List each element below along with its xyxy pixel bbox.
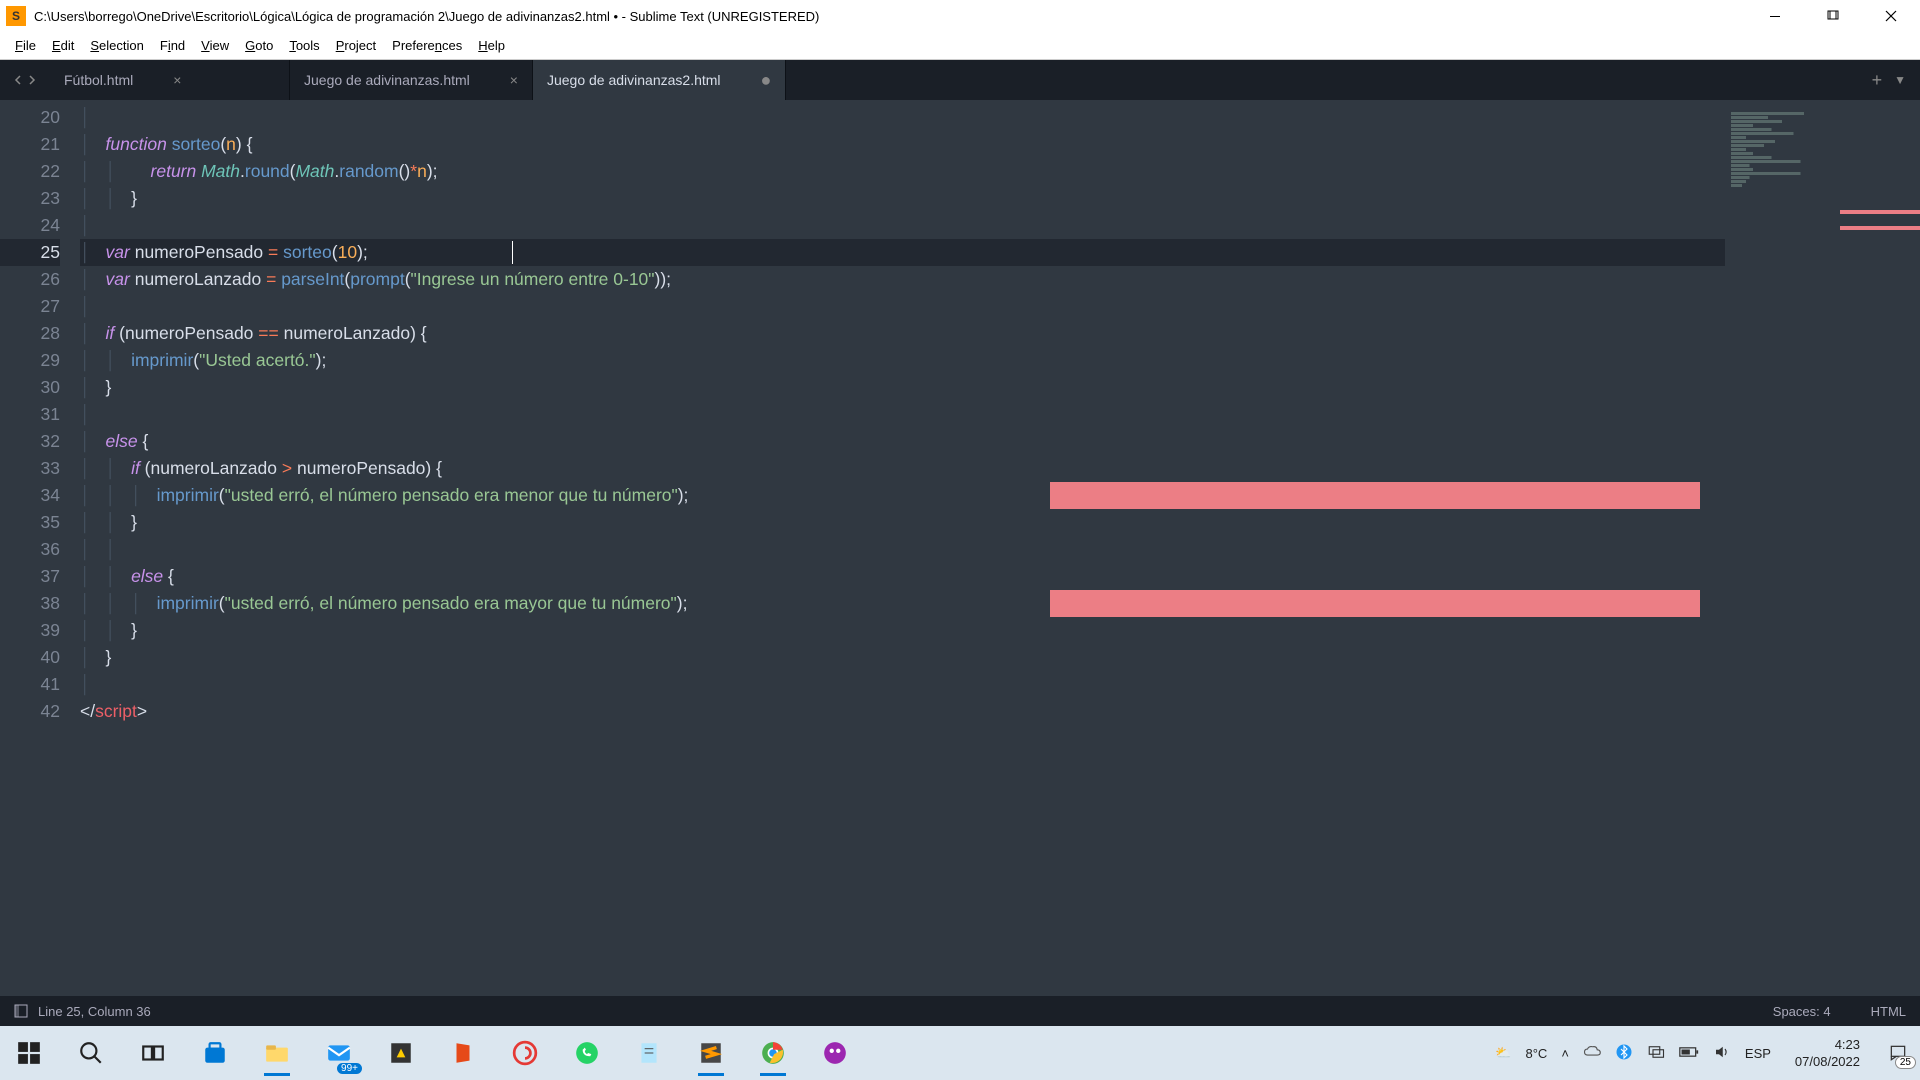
syntax-setting[interactable]: HTML <box>1871 1004 1906 1019</box>
minimap-error-marker <box>1840 210 1920 214</box>
menu-selection[interactable]: Selection <box>83 36 150 55</box>
taskbar-mail-icon[interactable]: 99+ <box>322 1036 356 1070</box>
maximize-button[interactable] <box>1804 0 1862 32</box>
battery-icon[interactable] <box>1679 1045 1699 1062</box>
minimap[interactable] <box>1725 100 1920 996</box>
status-bar: Line 25, Column 36 Spaces: 4 HTML <box>0 996 1920 1026</box>
menu-project[interactable]: Project <box>329 36 383 55</box>
time: 4:23 <box>1795 1036 1860 1053</box>
taskbar-app2-icon[interactable] <box>508 1036 542 1070</box>
code-content[interactable]: │ │ function sorteo(n) { │ │ return Math… <box>80 100 1920 996</box>
clock[interactable]: 4:23 07/08/2022 <box>1795 1036 1860 1070</box>
close-button[interactable] <box>1862 0 1920 32</box>
tab-close-icon[interactable]: × <box>173 72 181 88</box>
tab-new-icon[interactable]: + <box>1872 70 1883 91</box>
volume-icon[interactable] <box>1713 1043 1731 1064</box>
menu-goto[interactable]: Goto <box>238 36 280 55</box>
taskbar-office-icon[interactable] <box>446 1036 480 1070</box>
cursor-position[interactable]: Line 25, Column 36 <box>38 1004 151 1019</box>
window-titlebar: S C:\Users\borrego\OneDrive\Escritorio\L… <box>0 0 1920 32</box>
notification-center[interactable]: 25 <box>1884 1039 1912 1067</box>
weather-icon[interactable]: ⛅ <box>1495 1045 1511 1061</box>
notification-count: 25 <box>1895 1056 1916 1069</box>
tab-nav[interactable] <box>0 60 50 100</box>
bluetooth-icon[interactable] <box>1615 1043 1633 1064</box>
tab-adivinanzas2[interactable]: Juego de adivinanzas2.html ● <box>533 60 786 100</box>
text-cursor <box>512 241 513 264</box>
tab-label: Juego de adivinanzas2.html <box>547 72 721 88</box>
menu-find[interactable]: Find <box>153 36 192 55</box>
minimap-error-marker <box>1840 226 1920 230</box>
tab-label: Juego de adivinanzas.html <box>304 72 470 88</box>
onedrive-icon[interactable] <box>1583 1043 1601 1064</box>
nav-back-icon <box>13 75 23 85</box>
menu-edit[interactable]: Edit <box>45 36 81 55</box>
taskbar-chrome-icon[interactable] <box>756 1036 790 1070</box>
taskbar-notepad-icon[interactable] <box>632 1036 666 1070</box>
date: 07/08/2022 <box>1795 1053 1860 1070</box>
tab-dropdown-icon[interactable]: ▼ <box>1894 73 1906 87</box>
menu-preferences[interactable]: Preferences <box>385 36 469 55</box>
taskbar-app3-icon[interactable] <box>818 1036 852 1070</box>
panel-icon[interactable] <box>14 1004 28 1018</box>
tab-label: Fútbol.html <box>64 72 133 88</box>
start-button[interactable] <box>12 1036 46 1070</box>
windows-taskbar: 99+ ⛅ 8°C ˄ ESP 4:23 07/08/2022 25 <box>0 1026 1920 1080</box>
line-gutter[interactable]: 2021222324252627282930313233343536373839… <box>0 100 80 996</box>
taskbar-explorer-icon[interactable] <box>260 1036 294 1070</box>
menu-tools[interactable]: Tools <box>282 36 326 55</box>
search-button[interactable] <box>74 1036 108 1070</box>
tab-adivinanzas[interactable]: Juego de adivinanzas.html × <box>290 60 533 100</box>
temperature[interactable]: 8°C <box>1525 1046 1547 1061</box>
taskbar-sublime-icon[interactable] <box>694 1036 728 1070</box>
tray-expand-icon[interactable]: ˄ <box>1561 1046 1569 1061</box>
task-view-button[interactable] <box>136 1036 170 1070</box>
mail-badge: 99+ <box>337 1063 362 1074</box>
menubar: File Edit Selection Find View Goto Tools… <box>0 32 1920 60</box>
menu-help[interactable]: Help <box>471 36 512 55</box>
indent-setting[interactable]: Spaces: 4 <box>1773 1004 1831 1019</box>
editor-area[interactable]: 2021222324252627282930313233343536373839… <box>0 100 1920 996</box>
tab-futbol[interactable]: Fútbol.html × <box>50 60 290 100</box>
nav-forward-icon <box>27 75 37 85</box>
taskbar-app-icon[interactable] <box>384 1036 418 1070</box>
input-language[interactable]: ESP <box>1745 1046 1771 1061</box>
sublime-logo-icon: S <box>6 6 26 26</box>
tab-close-icon[interactable]: × <box>510 72 518 88</box>
taskbar-store-icon[interactable] <box>198 1036 232 1070</box>
minimize-button[interactable] <box>1746 0 1804 32</box>
taskbar-whatsapp-icon[interactable] <box>570 1036 604 1070</box>
menu-view[interactable]: View <box>194 36 236 55</box>
menu-file[interactable]: File <box>8 36 43 55</box>
tab-bar: Fútbol.html × Juego de adivinanzas.html … <box>0 60 1920 100</box>
window-title: C:\Users\borrego\OneDrive\Escritorio\Lóg… <box>34 9 1746 24</box>
display-icon[interactable] <box>1647 1043 1665 1064</box>
tab-dirty-icon[interactable]: ● <box>761 70 772 91</box>
